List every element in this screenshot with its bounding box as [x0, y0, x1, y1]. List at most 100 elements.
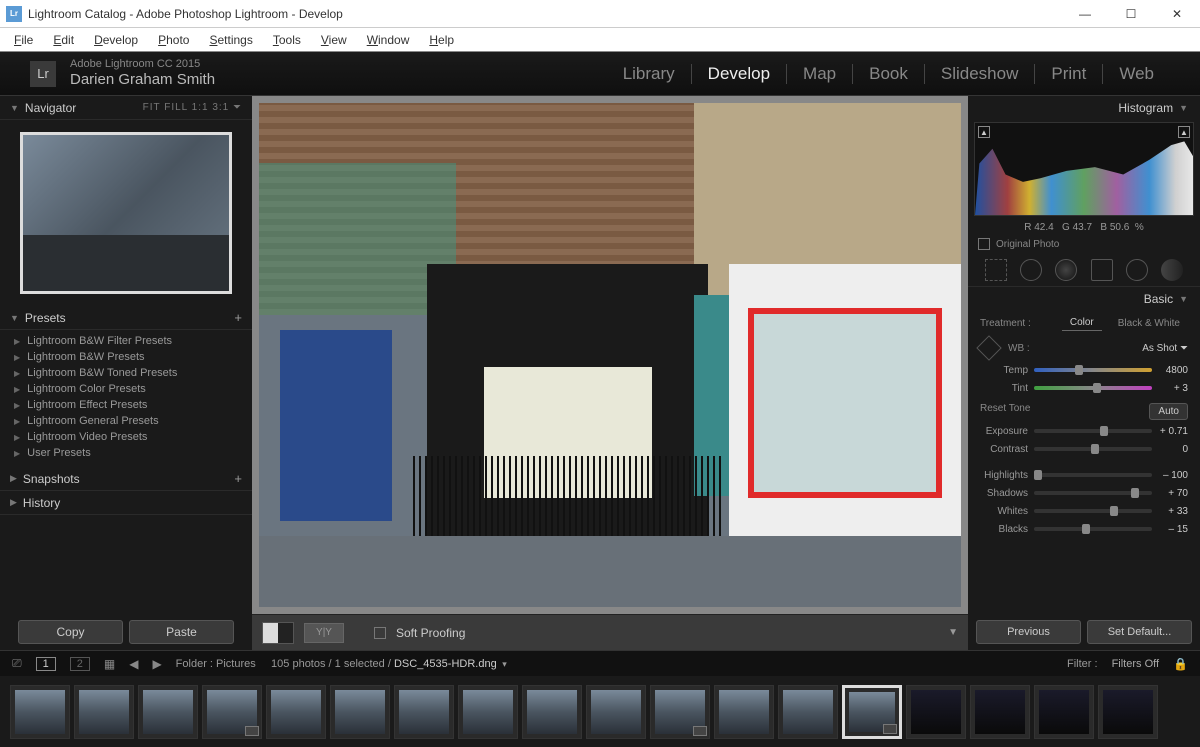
temp-value[interactable]: 4800	[1152, 365, 1188, 376]
menu-file[interactable]: File	[4, 33, 43, 47]
navigator-preview[interactable]	[20, 132, 232, 294]
history-header[interactable]: ▶ History	[0, 491, 252, 515]
module-web[interactable]: Web	[1102, 64, 1170, 84]
navigator-zoom-opts[interactable]: FIT FILL 1:1 3:1 ⏷	[143, 102, 242, 113]
preset-folder[interactable]: ▶Lightroom General Presets	[0, 413, 252, 429]
treatment-color[interactable]: Color	[1062, 315, 1102, 331]
preview-area[interactable]	[252, 96, 968, 614]
filmstrip-thumb[interactable]	[1098, 685, 1158, 739]
chevron-down-icon[interactable]: ▾	[500, 659, 507, 669]
filmstrip-thumb[interactable]	[202, 685, 262, 739]
minimize-button[interactable]: —	[1062, 0, 1108, 28]
set-default-button[interactable]: Set Default...	[1087, 620, 1192, 644]
presets-header[interactable]: ▼ Presets +	[0, 306, 252, 330]
treatment-bw[interactable]: Black & White	[1110, 316, 1188, 331]
filmstrip-thumb[interactable]	[586, 685, 646, 739]
second-window-toggle[interactable]: 2	[70, 657, 90, 671]
graduated-filter-tool-icon[interactable]	[1091, 259, 1113, 281]
contrast-value[interactable]: 0	[1152, 444, 1188, 455]
original-photo-checkbox[interactable]	[978, 238, 990, 250]
radial-filter-tool-icon[interactable]	[1126, 259, 1148, 281]
toolbar-dropdown-icon[interactable]: ▼	[948, 627, 958, 638]
menu-tools[interactable]: Tools	[263, 33, 311, 47]
filmstrip-thumb[interactable]	[458, 685, 518, 739]
module-library[interactable]: Library	[607, 64, 691, 84]
preset-folder[interactable]: ▶Lightroom B&W Toned Presets	[0, 365, 252, 381]
view-mode-toggle[interactable]	[262, 622, 294, 644]
reset-tone-button[interactable]: Reset Tone	[980, 403, 1030, 420]
filmstrip-thumb[interactable]	[394, 685, 454, 739]
histogram-header[interactable]: Histogram ▼	[968, 96, 1200, 120]
copy-button[interactable]: Copy	[18, 620, 123, 644]
whites-slider[interactable]	[1034, 509, 1152, 513]
second-monitor-icon[interactable]: ⎚	[12, 656, 22, 671]
adjustment-brush-tool-icon[interactable]	[1161, 259, 1183, 281]
snapshots-header[interactable]: ▶ Snapshots +	[0, 467, 252, 491]
navigator-header[interactable]: ▼ Navigator FIT FILL 1:1 3:1 ⏷	[0, 96, 252, 120]
histogram[interactable]: ▲ ▲	[974, 122, 1194, 216]
highlight-clip-icon[interactable]: ▲	[1178, 126, 1190, 138]
menu-window[interactable]: Window	[357, 33, 420, 47]
menu-view[interactable]: View	[311, 33, 357, 47]
main-window-toggle[interactable]: 1	[36, 657, 56, 671]
previous-button[interactable]: Previous	[976, 620, 1081, 644]
maximize-button[interactable]: ☐	[1108, 0, 1154, 28]
filmstrip-thumb[interactable]	[714, 685, 774, 739]
soft-proofing-checkbox[interactable]	[374, 627, 386, 639]
basic-header[interactable]: Basic ▼	[968, 287, 1200, 311]
filmstrip-thumb[interactable]	[138, 685, 198, 739]
preset-folder[interactable]: ▶Lightroom Video Presets	[0, 429, 252, 445]
filmstrip-thumb[interactable]	[970, 685, 1030, 739]
before-after-button[interactable]: Y|Y	[304, 623, 344, 643]
shadow-clip-icon[interactable]: ▲	[978, 126, 990, 138]
photo-preview[interactable]	[259, 103, 961, 607]
blacks-value[interactable]: – 15	[1152, 524, 1188, 535]
whites-value[interactable]: + 33	[1152, 506, 1188, 517]
filmstrip-thumb[interactable]	[522, 685, 582, 739]
blacks-slider[interactable]	[1034, 527, 1152, 531]
preset-folder[interactable]: ▶Lightroom Color Presets	[0, 381, 252, 397]
menu-develop[interactable]: Develop	[84, 33, 148, 47]
auto-tone-button[interactable]: Auto	[1149, 403, 1188, 420]
tint-slider[interactable]	[1034, 386, 1152, 390]
contrast-slider[interactable]	[1034, 447, 1152, 451]
temp-slider[interactable]	[1034, 368, 1152, 372]
folder-path[interactable]: Folder : Pictures	[176, 658, 256, 670]
highlights-slider[interactable]	[1034, 473, 1152, 477]
filmstrip-thumb-selected[interactable]	[842, 685, 902, 739]
spot-removal-tool-icon[interactable]	[1020, 259, 1042, 281]
tint-value[interactable]: + 3	[1152, 383, 1188, 394]
close-button[interactable]: ✕	[1154, 0, 1200, 28]
filmstrip-thumb[interactable]	[778, 685, 838, 739]
filmstrip-thumb[interactable]	[650, 685, 710, 739]
current-filename[interactable]: DSC_4535-HDR.dng	[394, 658, 497, 670]
paste-button[interactable]: Paste	[129, 620, 234, 644]
exposure-slider[interactable]	[1034, 429, 1152, 433]
module-slideshow[interactable]: Slideshow	[924, 64, 1035, 84]
preset-folder[interactable]: ▶Lightroom B&W Filter Presets	[0, 333, 252, 349]
menu-edit[interactable]: Edit	[43, 33, 84, 47]
module-book[interactable]: Book	[852, 64, 924, 84]
preset-folder[interactable]: ▶User Presets	[0, 445, 252, 461]
add-snapshot-icon[interactable]: +	[234, 471, 242, 486]
menu-help[interactable]: Help	[419, 33, 464, 47]
filmstrip[interactable]	[0, 676, 1200, 747]
add-preset-icon[interactable]: +	[234, 310, 242, 325]
filmstrip-thumb[interactable]	[10, 685, 70, 739]
filter-lock-icon[interactable]: 🔒	[1173, 657, 1188, 671]
shadows-slider[interactable]	[1034, 491, 1152, 495]
menu-photo[interactable]: Photo	[148, 33, 199, 47]
filmstrip-thumb[interactable]	[266, 685, 326, 739]
white-balance-eyedropper-icon[interactable]	[976, 335, 1001, 360]
filmstrip-thumb[interactable]	[1034, 685, 1094, 739]
filter-dropdown[interactable]: Filters Off	[1112, 658, 1159, 670]
nav-forward-icon[interactable]: ▶	[152, 657, 161, 671]
module-map[interactable]: Map	[786, 64, 852, 84]
filmstrip-thumb[interactable]	[906, 685, 966, 739]
redeye-tool-icon[interactable]	[1055, 259, 1077, 281]
nav-back-icon[interactable]: ◀	[129, 657, 138, 671]
filmstrip-thumb[interactable]	[74, 685, 134, 739]
grid-icon[interactable]: ▦	[104, 657, 115, 671]
shadows-value[interactable]: + 70	[1152, 488, 1188, 499]
highlights-value[interactable]: – 100	[1152, 470, 1188, 481]
